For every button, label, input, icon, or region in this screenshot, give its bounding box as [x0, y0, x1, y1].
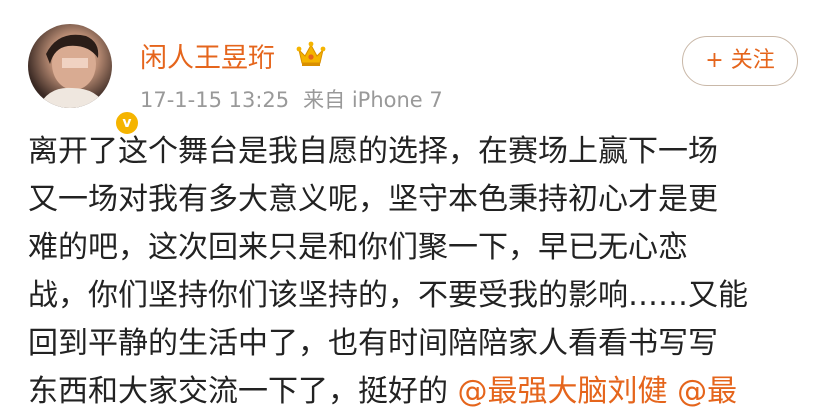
follow-button[interactable]: + 关注	[682, 36, 798, 86]
post-body-line: 又一场对我有多大意义呢，坚守本色秉持初心才是更	[28, 182, 718, 217]
username[interactable]: 闲人王昱珩	[140, 36, 275, 75]
post-body: 离开了这个舞台是我自愿的选择，在赛场上赢下一场 又一场对我有多大意义呢，坚守本色…	[28, 128, 808, 416]
post-body-line: 离开了这个舞台是我自愿的选择，在赛场上赢下一场	[28, 134, 718, 169]
crown-icon[interactable]	[296, 40, 326, 68]
post-meta: 17-1-15 13:25 来自 iPhone 7	[140, 84, 443, 114]
weibo-post: v 闲人王昱珩 17-1-15 13:25 来自 iPhone 7 + 关注 离开…	[0, 0, 828, 409]
post-body-line: 回到平静的生活中了，也有时间陪陪家人看看书写写	[28, 326, 718, 361]
post-timestamp: 17-1-15 13:25	[140, 88, 290, 112]
avatar[interactable]	[28, 24, 112, 108]
post-body-line: 战，你们坚持你们该坚持的，不要受我的影响……又能	[28, 278, 748, 313]
post-body-line: 难的吧，这次回来只是和你们聚一下，早已无心恋	[28, 230, 688, 265]
avatar-container[interactable]: v	[28, 24, 140, 136]
post-body-line-last: 东西和大家交流一下了，挺好的 @最强大脑刘健 @最	[28, 368, 808, 416]
post-source: 来自 iPhone 7	[303, 88, 443, 112]
